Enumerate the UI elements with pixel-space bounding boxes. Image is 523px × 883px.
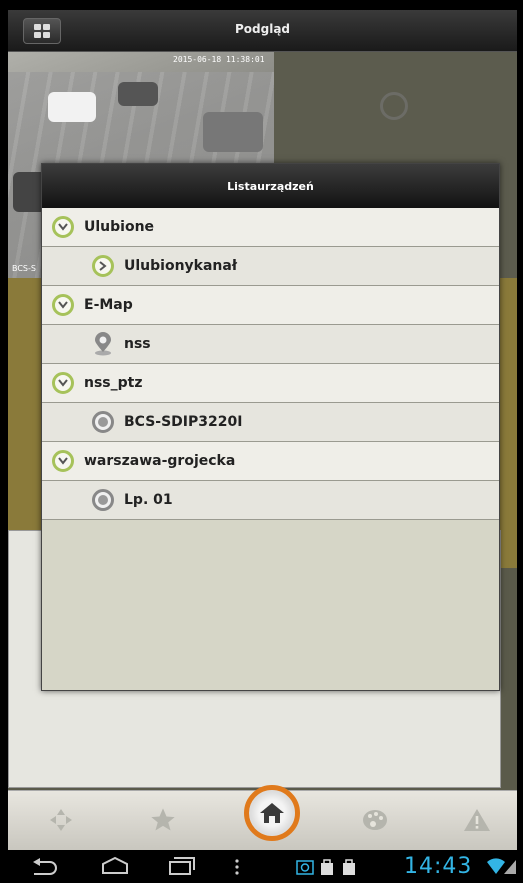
tree-group-emap[interactable]: E-Map [42, 286, 499, 325]
back-icon[interactable] [30, 858, 58, 876]
dialog-title: Listaurządzeń [227, 179, 314, 193]
map-pin-icon [92, 332, 114, 356]
tree-item-label: Ulubionykanał [124, 258, 238, 274]
tree-item-bcs-sdip3220i[interactable]: BCS-SDIP3220I [42, 403, 499, 442]
tree-item-label: nss [124, 336, 151, 352]
page-title: Podgląd [234, 22, 291, 36]
signal-icon [504, 860, 516, 874]
tree-item-nss[interactable]: nss [42, 325, 499, 364]
ptz-arrows-button[interactable] [46, 805, 76, 835]
car-shape [203, 112, 263, 152]
tree-item-label: BCS-SDIP3220I [124, 414, 243, 430]
menu-dots-icon[interactable] [234, 858, 240, 876]
tree-item-ulubionykanal[interactable]: Ulubionykanał [42, 247, 499, 286]
chevron-down-icon [52, 372, 74, 394]
ptz-arrows-icon [50, 809, 72, 831]
tree-item-label: nss_ptz [84, 375, 143, 391]
dialog-header: Listaurządzeń [42, 164, 499, 208]
car-shape [48, 92, 96, 122]
wifi-icon [487, 858, 505, 874]
bottom-action-bar [8, 785, 517, 850]
device-tree: Ulubione Ulubionykanał E-Map nss nss_ptz… [42, 208, 499, 520]
palette-icon [363, 810, 387, 830]
tree-item-lp-01[interactable]: Lp. 01 [42, 481, 499, 520]
power-icon [380, 92, 408, 120]
tree-group-nss-ptz[interactable]: nss_ptz [42, 364, 499, 403]
notification-bag-icon [321, 859, 333, 875]
status-clock: 14:43 [404, 854, 473, 879]
alarm-button[interactable] [462, 805, 492, 835]
device-list-dialog: Listaurządzeń Ulubione Ulubionykanał E-M… [41, 163, 500, 691]
chevron-down-icon [52, 216, 74, 238]
palette-button[interactable] [360, 805, 390, 835]
chevron-down-icon [52, 450, 74, 472]
star-icon [151, 808, 175, 831]
tree-item-label: Ulubione [84, 219, 155, 235]
tree-group-ulubione[interactable]: Ulubione [42, 208, 499, 247]
tree-item-label: warszawa-grojecka [84, 453, 236, 469]
chevron-right-icon [92, 255, 114, 277]
car-shape [118, 82, 158, 106]
warning-icon [464, 809, 490, 831]
camera-dot-icon [92, 411, 114, 433]
camera-timestamp: 2015-06-18 11:38:01 [173, 55, 265, 64]
favorites-button[interactable] [148, 805, 178, 835]
home-button[interactable] [244, 785, 300, 841]
camera-dot-icon [92, 489, 114, 511]
tree-item-label: Lp. 01 [124, 492, 173, 508]
home-nav-icon[interactable] [100, 856, 130, 876]
tree-group-warszawa-grojecka[interactable]: warszawa-grojecka [42, 442, 499, 481]
tree-item-label: E-Map [84, 297, 133, 313]
home-icon [260, 803, 284, 823]
camera-label: BCS-S [12, 264, 36, 273]
chevron-down-icon [52, 294, 74, 316]
recent-apps-icon[interactable] [168, 856, 196, 876]
app-topbar: Podgląd [8, 10, 517, 52]
notification-bag-icon [343, 859, 355, 875]
screenshot-icon [296, 860, 314, 875]
system-nav-bar: 14:43 [8, 850, 523, 883]
